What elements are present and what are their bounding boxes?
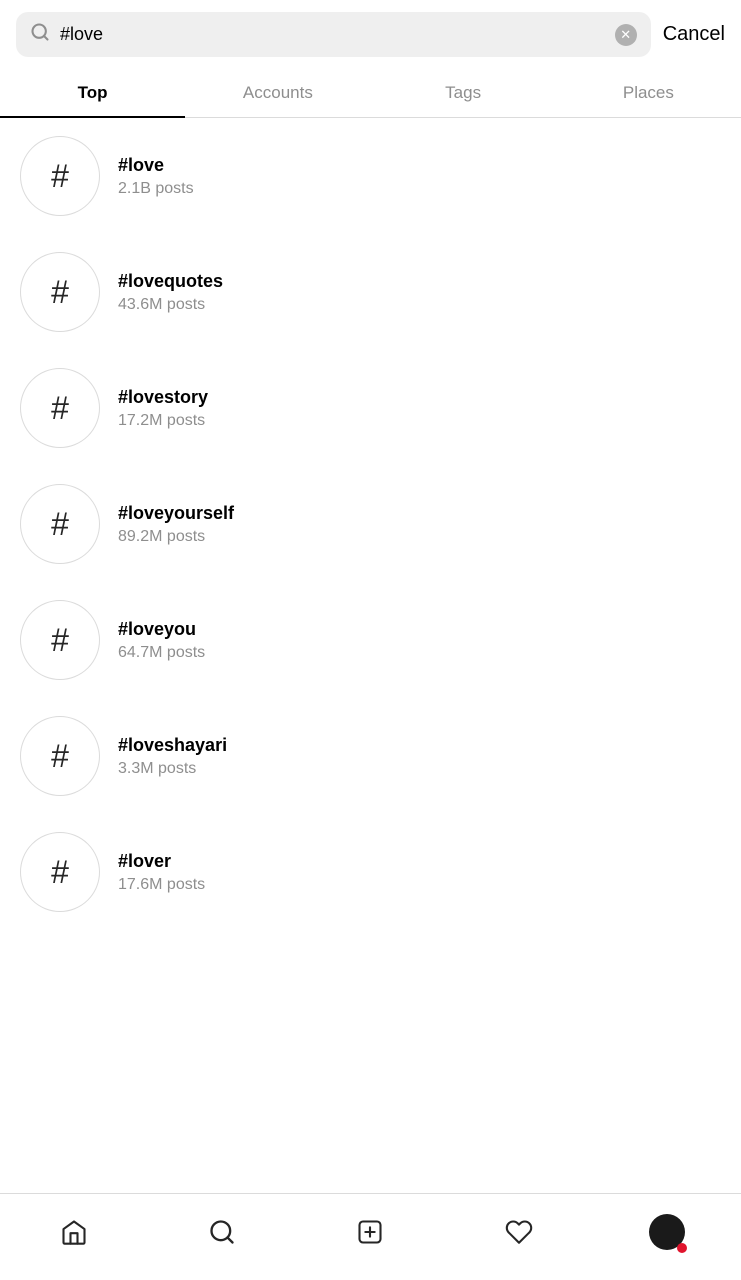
hashtag-symbol: # <box>51 390 69 427</box>
result-post-count: 17.6M posts <box>118 876 205 894</box>
list-item[interactable]: # #loveyou 64.7M posts <box>0 582 741 698</box>
clear-search-button[interactable]: ✕ <box>615 24 637 46</box>
list-item[interactable]: # #loveshayari 3.3M posts <box>0 698 741 814</box>
results-list: # #love 2.1B posts # #lovequotes 43.6M p… <box>0 118 741 1193</box>
hashtag-icon-circle: # <box>20 716 100 796</box>
hashtag-icon-circle: # <box>20 832 100 912</box>
result-tag-name: #loveyou <box>118 619 205 640</box>
list-item[interactable]: # #lovequotes 43.6M posts <box>0 234 741 350</box>
nav-create[interactable] <box>346 1208 394 1256</box>
bottom-nav <box>0 1193 741 1280</box>
hashtag-icon-circle: # <box>20 368 100 448</box>
result-post-count: 17.2M posts <box>118 412 208 430</box>
result-tag-name: #loveyourself <box>118 503 234 524</box>
hashtag-symbol: # <box>51 274 69 311</box>
result-tag-name: #lovequotes <box>118 271 223 292</box>
nav-home[interactable] <box>50 1208 98 1256</box>
search-input-wrapper[interactable]: #love ✕ <box>16 12 651 57</box>
result-text: #lovestory 17.2M posts <box>118 387 208 430</box>
tab-accounts[interactable]: Accounts <box>185 69 370 117</box>
hashtag-icon-circle: # <box>20 600 100 680</box>
result-text: #love 2.1B posts <box>118 155 194 198</box>
hashtag-symbol: # <box>51 158 69 195</box>
hashtag-symbol: # <box>51 622 69 659</box>
tab-top[interactable]: Top <box>0 69 185 117</box>
nav-activity[interactable] <box>495 1208 543 1256</box>
tab-tags[interactable]: Tags <box>371 69 556 117</box>
hashtag-icon-circle: # <box>20 136 100 216</box>
hashtag-icon-circle: # <box>20 252 100 332</box>
hashtag-symbol: # <box>51 506 69 543</box>
search-bar: #love ✕ Cancel <box>0 0 741 69</box>
result-tag-name: #loveshayari <box>118 735 227 756</box>
result-tag-name: #love <box>118 155 194 176</box>
clear-icon: ✕ <box>620 27 631 43</box>
search-tabs: TopAccountsTagsPlaces <box>0 69 741 118</box>
result-post-count: 3.3M posts <box>118 760 227 778</box>
list-item[interactable]: # #lover 17.6M posts <box>0 814 741 930</box>
result-text: #loveyou 64.7M posts <box>118 619 205 662</box>
profile-avatar <box>649 1214 685 1250</box>
result-text: #lovequotes 43.6M posts <box>118 271 223 314</box>
list-item[interactable]: # #love 2.1B posts <box>0 118 741 234</box>
nav-search[interactable] <box>198 1208 246 1256</box>
nav-profile[interactable] <box>643 1208 691 1256</box>
create-icon <box>356 1218 384 1246</box>
result-post-count: 89.2M posts <box>118 528 234 546</box>
tab-places[interactable]: Places <box>556 69 741 117</box>
search-query-text: #love <box>60 24 605 45</box>
hashtag-icon-circle: # <box>20 484 100 564</box>
list-item[interactable]: # #loveyourself 89.2M posts <box>0 466 741 582</box>
cancel-button[interactable]: Cancel <box>663 23 725 46</box>
hashtag-symbol: # <box>51 738 69 775</box>
search-nav-icon <box>208 1218 236 1246</box>
result-post-count: 64.7M posts <box>118 644 205 662</box>
result-text: #loveshayari 3.3M posts <box>118 735 227 778</box>
heart-icon <box>505 1218 533 1246</box>
home-icon <box>60 1218 88 1246</box>
hashtag-symbol: # <box>51 854 69 891</box>
search-icon <box>30 22 50 47</box>
list-item[interactable]: # #lovestory 17.2M posts <box>0 350 741 466</box>
result-post-count: 2.1B posts <box>118 180 194 198</box>
result-tag-name: #lover <box>118 851 205 872</box>
result-tag-name: #lovestory <box>118 387 208 408</box>
result-text: #loveyourself 89.2M posts <box>118 503 234 546</box>
result-post-count: 43.6M posts <box>118 296 223 314</box>
result-text: #lover 17.6M posts <box>118 851 205 894</box>
